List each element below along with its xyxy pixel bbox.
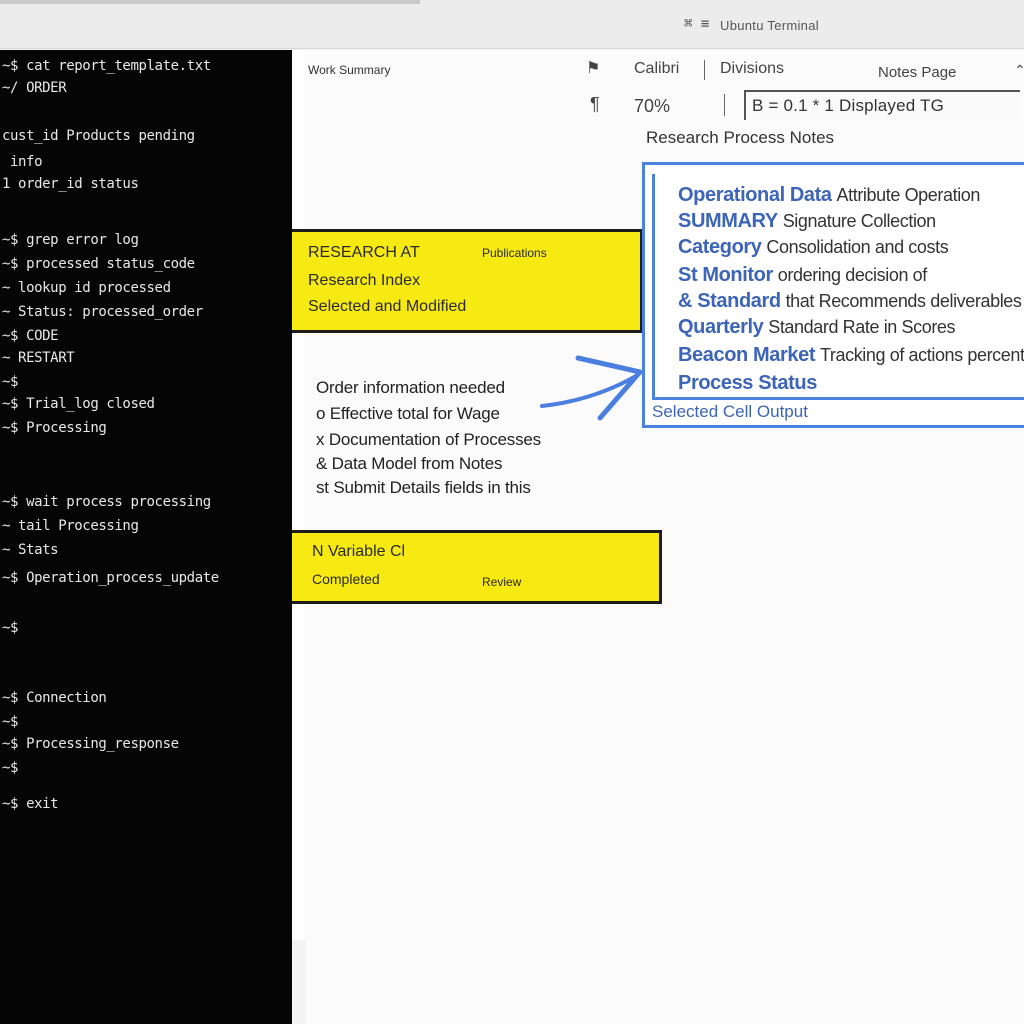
selection-row-value: that Recommends deliverables xyxy=(785,291,1022,311)
selection-row-key: Beacon Market xyxy=(678,344,816,366)
selection-row[interactable]: Category Consolidation and costs xyxy=(678,236,949,259)
font-icon[interactable]: ⚑ xyxy=(586,58,600,78)
terminal-line: ~$ Processing_response xyxy=(2,736,179,752)
font-name-selector[interactable]: Calibri xyxy=(634,60,679,78)
callout-text: Completed xyxy=(312,571,380,587)
note-line: st Submit Details fields in this xyxy=(316,478,531,497)
callout-badge: Review xyxy=(482,575,522,589)
note-line: Order information needed xyxy=(316,378,505,397)
paragraph-icon[interactable]: ¶ xyxy=(590,94,600,115)
note-line: x Documentation of Processes xyxy=(316,430,541,449)
screen: ⌘ ≡ Ubuntu Terminal ~$ cat report_templa… xyxy=(0,0,1024,1024)
note-line: o Effective total for Wage xyxy=(316,404,500,423)
terminal-line: ~$ xyxy=(2,374,19,390)
selection-row-value: Attribute Operation xyxy=(836,185,981,205)
terminal-line: ~$ wait process processing xyxy=(2,494,211,510)
terminal-line: info xyxy=(10,154,43,170)
window-title: Ubuntu Terminal xyxy=(720,18,819,33)
selection-row[interactable]: Operational Data Attribute Operation xyxy=(678,184,980,207)
selection-row-key: Category xyxy=(678,236,762,258)
terminal-line: ~$ processed status_code xyxy=(2,256,195,272)
callout-tag: Publications xyxy=(482,246,547,260)
terminal-line: ~$ xyxy=(2,760,19,776)
callout-text: Research Index xyxy=(308,272,421,289)
terminal-line: ~$ Connection xyxy=(2,690,107,706)
selection-row-key: Quarterly xyxy=(678,316,764,338)
callout-text: Selected and Modified xyxy=(308,298,467,315)
selection-row-value: ordering decision of xyxy=(777,265,928,285)
callout-heading: N Variable Cl xyxy=(312,543,406,560)
zoom-level[interactable]: 70% xyxy=(634,96,670,117)
terminal-pane[interactable]: ~$ cat report_template.txt ~/ ORDER cust… xyxy=(0,50,292,1024)
selection-row-value: Signature Collection xyxy=(782,211,937,231)
selection-row-key: Process Status xyxy=(678,372,817,394)
selection-row[interactable]: St Monitor ordering decision of xyxy=(678,264,927,287)
view-selector[interactable]: Notes Page xyxy=(878,64,956,81)
document-header-label: Work Summary xyxy=(308,63,391,77)
document-edge xyxy=(292,940,306,1024)
formula-text: B = 0.1 * 1 Displayed TG xyxy=(752,96,945,115)
callout-heading: RESEARCH AT xyxy=(308,244,420,261)
selection-row-key: SUMMARY xyxy=(678,210,778,232)
window-menu-icon[interactable]: ⌘ ≡ xyxy=(684,16,709,32)
terminal-line: ~$ Processing xyxy=(2,420,107,436)
selection-row-value: Tracking of actions percent xyxy=(819,345,1024,365)
selection-row-value: Consolidation and costs xyxy=(766,237,949,257)
selection-row[interactable]: Process Status xyxy=(678,372,817,395)
selection-caption: Selected Cell Output xyxy=(652,402,808,421)
terminal-line: 1 order_id status xyxy=(2,176,139,192)
terminal-line: ~$ Trial_log closed xyxy=(2,396,155,412)
selection-row[interactable]: & Standard that Recommends deliverables xyxy=(678,290,1022,313)
terminal-line: ~$ CODE xyxy=(2,328,59,344)
note-line: & Data Model from Notes xyxy=(316,454,503,473)
terminal-line: ~ Stats xyxy=(2,542,59,558)
terminal-line: cust_id Products pending xyxy=(2,128,195,144)
selection-row-key: St Monitor xyxy=(678,264,773,286)
highlight-callout[interactable]: RESEARCH AT Publications Research Index … xyxy=(292,229,642,333)
terminal-line: ~$ Operation_process_update xyxy=(2,570,219,586)
status-callout[interactable]: N Variable Cl Completed Review xyxy=(292,530,662,604)
toolbar-divider xyxy=(704,60,705,80)
terminal-line: ~/ ORDER xyxy=(2,80,67,96)
terminal-line: ~$ exit xyxy=(2,796,59,812)
view-dropdown-icon[interactable]: ⌃ xyxy=(1014,62,1024,79)
terminal-line: ~ tail Processing xyxy=(2,518,139,534)
selection-row-key: Operational Data xyxy=(678,184,832,206)
selection-row[interactable]: SUMMARY Signature Collection xyxy=(678,210,936,233)
section-title: Research Process Notes xyxy=(646,128,835,147)
pointer-arrow-icon xyxy=(540,355,643,421)
terminal-line: ~$ xyxy=(2,620,19,636)
terminal-line: ~$ cat report_template.txt xyxy=(2,58,211,74)
toolbar-divider xyxy=(724,94,725,116)
terminal-line: ~$ grep error log xyxy=(2,232,139,248)
selection-row[interactable]: Quarterly Standard Rate in Scores xyxy=(678,316,956,339)
titlebar-strip xyxy=(0,0,420,4)
terminal-line: ~ RESTART xyxy=(2,350,75,366)
selection-row[interactable]: Beacon Market Tracking of actions percen… xyxy=(678,344,1024,367)
selection-row-key: & Standard xyxy=(678,290,781,312)
terminal-line: ~$ xyxy=(2,714,19,730)
style-selector[interactable]: Divisions xyxy=(720,60,784,78)
selection-row-value: Standard Rate in Scores xyxy=(768,317,956,337)
window-titlebar: ⌘ ≡ Ubuntu Terminal xyxy=(0,0,1024,49)
terminal-line: ~ Status: processed_order xyxy=(2,304,203,320)
terminal-line: ~ lookup id processed xyxy=(2,280,171,296)
